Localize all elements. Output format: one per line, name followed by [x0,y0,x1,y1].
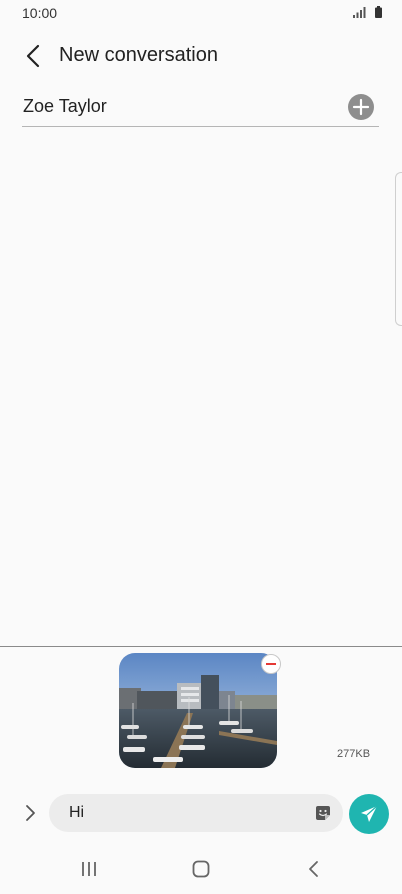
status-time: 10:00 [22,5,58,21]
remove-attachment-button[interactable] [261,654,281,674]
page-title: New conversation [59,44,218,66]
back-button[interactable] [18,40,50,72]
edge-panel-handle[interactable] [395,172,402,326]
status-bar: 10:00 [0,0,402,26]
sticker-icon [316,806,330,820]
navigation-bar [0,848,402,893]
recent-apps-icon [82,862,96,876]
recent-apps-button[interactable] [74,858,104,880]
add-recipient-button[interactable] [348,94,374,120]
back-icon [309,861,318,877]
chevron-left-icon [26,44,40,68]
expand-options-button[interactable] [18,799,42,827]
app-bar: New conversation [0,32,402,80]
attachment-image[interactable] [119,653,277,768]
send-button[interactable] [349,794,389,834]
recipient-field[interactable]: Zoe Taylor [22,90,379,127]
paper-plane-icon [361,805,378,822]
home-icon [192,860,210,878]
plus-icon [352,98,370,116]
message-text[interactable]: Hi [69,804,84,822]
status-icons [352,5,382,19]
recipient-name[interactable]: Zoe Taylor [23,96,107,117]
nav-back-button[interactable] [299,858,329,880]
signal-icon [353,7,366,18]
battery-icon [375,6,382,18]
harbor-photo [119,653,277,768]
chevron-right-icon [26,805,35,821]
message-size-label: 277KB [337,748,371,760]
home-button[interactable] [186,858,216,880]
message-input[interactable]: Hi [49,794,343,832]
sticker-button[interactable] [313,803,333,823]
